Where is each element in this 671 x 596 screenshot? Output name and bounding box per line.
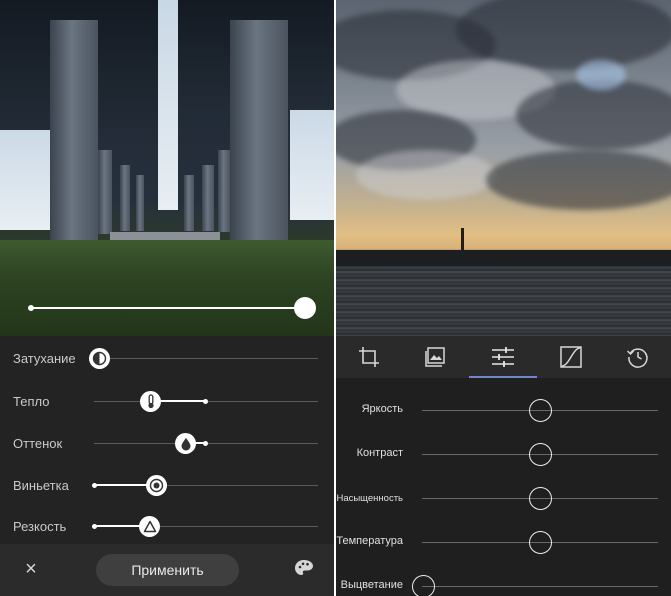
adjust-row-warmth[interactable]: Тепло [0,387,334,417]
tool-bar [336,336,671,378]
adjust-label: Виньетка [13,478,69,493]
contrast-half-icon[interactable] [89,348,110,369]
pillar [218,150,230,232]
pillar [202,165,214,231]
vignette-icon[interactable] [146,475,167,496]
adjust-row-fade[interactable]: Выцветание [336,571,671,596]
thermometer-icon[interactable] [140,391,161,412]
slider-handle[interactable] [529,399,552,422]
adjust-label: Насыщенность [336,493,403,504]
pillar [136,175,144,231]
river-water [336,266,671,336]
basic-adjustment-list: Яркость Контраст Насыщенность Температур… [336,378,671,596]
adjust-label: Затухание [13,351,76,366]
adjust-row-fade[interactable]: Затухание [0,344,334,374]
adjustment-list: Затухание Тепло Оттенок Виньетка Резкост… [0,336,334,544]
preview-intensity-slider[interactable] [28,297,320,319]
spire [461,228,464,252]
photo-preview-river-sunset [336,0,671,336]
sky-gap [158,0,178,210]
left-editor-panel: Затухание Тепло Оттенок Виньетка Резкост… [0,0,334,596]
slider-handle[interactable] [294,297,316,319]
adjust-label: Контраст [356,447,403,459]
adjust-label: Температура [336,535,403,547]
adjust-row-tint[interactable]: Оттенок [0,429,334,459]
photo-preview-bridge [0,0,334,336]
history-icon[interactable] [623,342,653,372]
triangle-icon[interactable] [139,516,160,537]
pillar [120,165,130,231]
pillar [50,20,98,256]
right-editor-panel: Яркость Контраст Насыщенность Температур… [336,0,671,596]
curves-icon[interactable] [556,342,586,372]
grass [0,240,334,336]
apply-button[interactable]: Применить [96,554,239,586]
adjust-row-vignette[interactable]: Виньетка [0,471,334,501]
sliders-icon[interactable] [488,342,518,372]
adjust-row-saturation[interactable]: Насыщенность [336,483,671,513]
drop-icon[interactable] [175,433,196,454]
pillar [98,150,112,234]
adjust-row-contrast[interactable]: Контраст [336,439,671,469]
sky-right [290,100,334,220]
image-icon[interactable] [421,342,451,372]
slider-handle[interactable] [529,443,552,466]
bottom-action-bar: × Применить [0,544,334,596]
pillar [184,175,194,231]
adjust-row-sharpness[interactable]: Резкость [0,512,334,542]
adjust-row-brightness[interactable]: Яркость [336,395,671,425]
crop-icon[interactable] [354,342,384,372]
adjust-label: Тепло [13,394,50,409]
adjust-label: Выцветание [340,579,403,591]
adjust-label: Яркость [361,403,403,415]
slider-handle[interactable] [529,487,552,510]
apply-button-label: Применить [131,562,204,578]
adjust-label: Резкость [13,519,67,534]
adjust-row-temperature[interactable]: Температура [336,527,671,557]
palette-icon[interactable] [293,558,317,580]
slider-handle[interactable] [529,531,552,554]
close-icon[interactable]: × [20,558,42,580]
adjust-label: Оттенок [13,436,63,451]
sky-left [0,120,50,230]
slider-handle[interactable] [412,575,435,596]
pillar [230,20,288,252]
